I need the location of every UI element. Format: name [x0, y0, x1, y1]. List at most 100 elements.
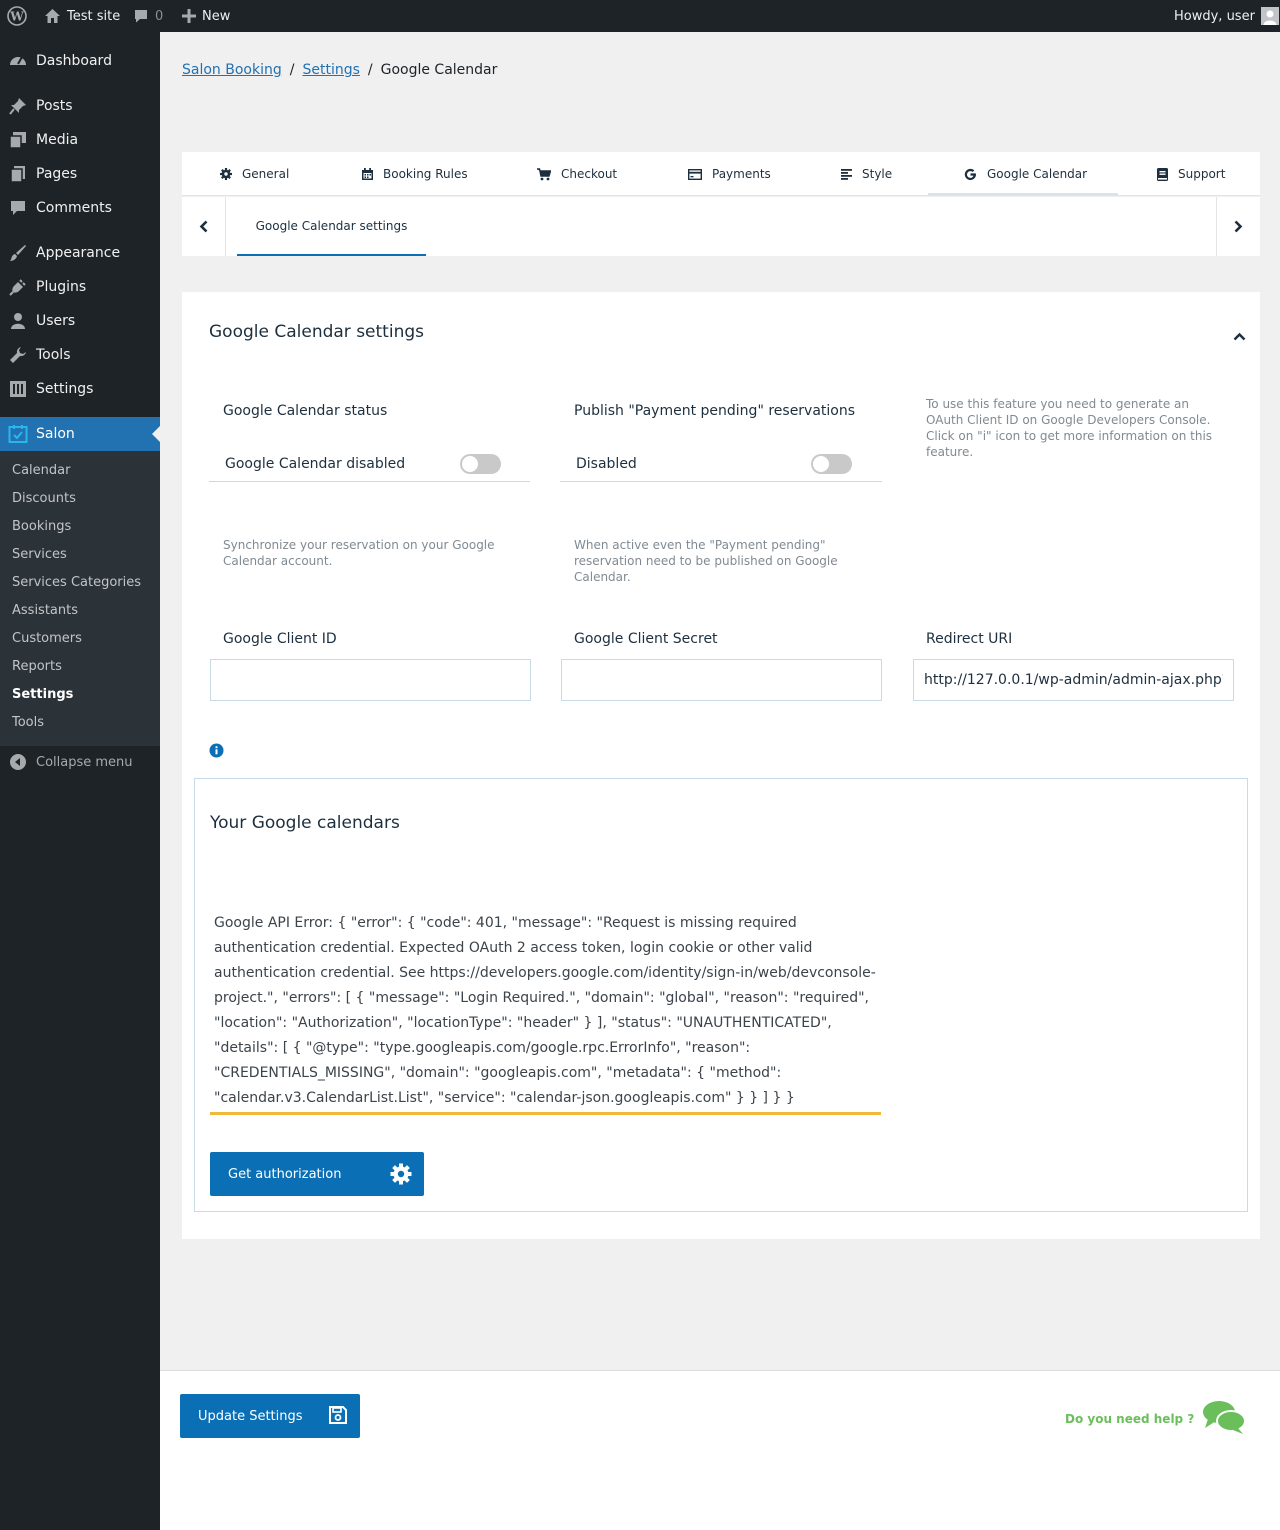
svg-text:W: W — [9, 10, 24, 24]
plug-icon — [0, 278, 36, 296]
tab-style[interactable]: Style — [841, 152, 892, 196]
google-calendars-title: Your Google calendars — [210, 813, 400, 833]
pages-icon — [0, 165, 36, 183]
subtab-prev-button[interactable] — [182, 197, 226, 256]
calendar-icon — [362, 168, 373, 180]
sidebar-item-plugins[interactable]: Plugins — [0, 270, 160, 304]
settings-tabs: General Booking Rules Checkout Payments … — [182, 152, 1260, 196]
plus-icon — [182, 9, 196, 23]
save-icon — [329, 1406, 347, 1424]
sidebar-item-salon[interactable]: Salon — [0, 417, 160, 451]
avatar — [1260, 7, 1279, 25]
sidebar-item-label: Media — [36, 132, 79, 148]
settings-footer: Update Settings Do you need help ? — [160, 1370, 1280, 1530]
tab-label: Payments — [712, 167, 771, 181]
redirect-uri-label: Redirect URI — [926, 631, 1013, 647]
sidebar-item-tools[interactable]: Tools — [0, 338, 160, 372]
sidebar-item-label: Salon — [36, 426, 75, 442]
collapse-menu-button[interactable]: Collapse menu — [0, 747, 160, 777]
chat-icon[interactable] — [1202, 1399, 1246, 1439]
google-calendars-box: Your Google calendars Google API Error: … — [194, 778, 1248, 1212]
redirect-uri-input[interactable] — [913, 659, 1234, 701]
sidebar-item-comments[interactable]: Comments — [0, 191, 160, 225]
google-calendar-settings-panel: Google Calendar settings Google Calendar… — [182, 292, 1260, 1239]
admin-sidebar: Dashboard Posts Media Pages Comments App… — [0, 32, 160, 1530]
publish-pending-toggle[interactable] — [811, 454, 852, 474]
user-account-menu[interactable]: Howdy, user — [1174, 0, 1279, 32]
comment-icon — [0, 199, 36, 217]
gear-icon — [390, 1163, 412, 1185]
sidebar-item-label: Tools — [36, 347, 71, 363]
breadcrumb-link-settings[interactable]: Settings — [302, 62, 359, 78]
submenu-item-tools[interactable]: Tools — [12, 715, 44, 730]
gear-icon — [220, 168, 232, 180]
brush-icon — [0, 244, 36, 262]
active-tab-indicator — [928, 193, 1118, 196]
tab-booking-rules[interactable]: Booking Rules — [362, 152, 468, 196]
google-calendar-status-toggle-label: Google Calendar disabled — [225, 456, 406, 472]
chevron-up-icon — [1233, 332, 1246, 341]
need-help-link[interactable]: Do you need help ? — [1065, 1412, 1194, 1426]
comments-count: 0 — [155, 8, 164, 24]
sidebar-item-media[interactable]: Media — [0, 123, 160, 157]
tab-checkout[interactable]: Checkout — [537, 152, 617, 196]
breadcrumb-current: Google Calendar — [380, 62, 498, 78]
tab-support[interactable]: Support — [1157, 152, 1225, 196]
submenu-item-reports[interactable]: Reports — [12, 659, 62, 674]
new-content-link[interactable]: New — [182, 0, 230, 32]
sidebar-item-posts[interactable]: Posts — [0, 89, 160, 123]
user-icon — [0, 312, 36, 330]
publish-pending-help: When active even the "Payment pending" r… — [574, 538, 838, 584]
tab-payments[interactable]: Payments — [688, 152, 771, 196]
settings-icon — [0, 380, 36, 398]
update-settings-button[interactable]: Update Settings — [180, 1394, 360, 1438]
sidebar-item-dashboard[interactable]: Dashboard — [0, 44, 160, 78]
sidebar-item-users[interactable]: Users — [0, 304, 160, 338]
sidebar-item-label: Comments — [36, 200, 112, 216]
google-calendar-status-help: Synchronize your reservation on your Goo… — [223, 538, 495, 568]
client-id-input[interactable] — [210, 659, 531, 701]
submenu-item-settings[interactable]: Settings — [12, 687, 73, 702]
sidebar-item-label: Posts — [36, 98, 73, 114]
oauth-help-text: To use this feature you need to generate… — [926, 397, 1213, 459]
submenu-item-assistants[interactable]: Assistants — [12, 603, 78, 618]
submenu-item-customers[interactable]: Customers — [12, 631, 82, 646]
google-calendar-status-toggle[interactable] — [460, 454, 501, 474]
credit-card-icon — [688, 168, 702, 180]
dashboard-icon — [0, 51, 36, 71]
subtab-google-calendar-settings[interactable]: Google Calendar settings — [237, 197, 426, 256]
client-secret-label: Google Client Secret — [574, 631, 718, 647]
tab-label: Checkout — [561, 167, 618, 181]
tab-general[interactable]: General — [220, 152, 289, 196]
site-name-link[interactable]: Test site — [44, 0, 120, 32]
submenu-item-bookings[interactable]: Bookings — [12, 519, 71, 534]
media-icon — [0, 131, 36, 149]
tab-label: Google Calendar — [987, 167, 1088, 181]
subtab-next-button[interactable] — [1216, 197, 1260, 256]
salon-submenu: Calendar Discounts Bookings Services Ser… — [0, 451, 160, 746]
sidebar-item-settings[interactable]: Settings — [0, 372, 160, 406]
google-icon — [964, 168, 976, 180]
submenu-item-discounts[interactable]: Discounts — [12, 491, 76, 506]
chevron-right-icon — [1234, 220, 1243, 233]
info-icon[interactable] — [209, 743, 224, 762]
submenu-item-services-categories[interactable]: Services Categories — [12, 575, 141, 590]
wordpress-logo-icon[interactable]: W — [7, 0, 27, 32]
get-authorization-button[interactable]: Get authorization — [210, 1152, 424, 1196]
submenu-item-services[interactable]: Services — [12, 547, 67, 562]
tab-google-calendar[interactable]: Google Calendar — [964, 152, 1087, 196]
sidebar-item-label: Pages — [36, 166, 78, 182]
tab-label: Style — [862, 167, 893, 181]
submenu-item-calendar[interactable]: Calendar — [12, 463, 70, 478]
sidebar-item-label: Dashboard — [36, 53, 112, 69]
comments-link[interactable]: 0 — [133, 0, 163, 32]
book-icon — [1157, 167, 1168, 181]
sidebar-item-pages[interactable]: Pages — [0, 157, 160, 191]
collapse-panel-button[interactable] — [1233, 326, 1246, 345]
howdy-text: Howdy, user — [1174, 8, 1255, 24]
sidebar-item-appearance[interactable]: Appearance — [0, 236, 160, 270]
client-secret-input[interactable] — [561, 659, 882, 701]
breadcrumb-separator: / — [367, 62, 373, 78]
admin-bar: W Test site 0 New Howdy, user — [0, 0, 1280, 32]
breadcrumb-link-salon-booking[interactable]: Salon Booking — [182, 62, 282, 78]
